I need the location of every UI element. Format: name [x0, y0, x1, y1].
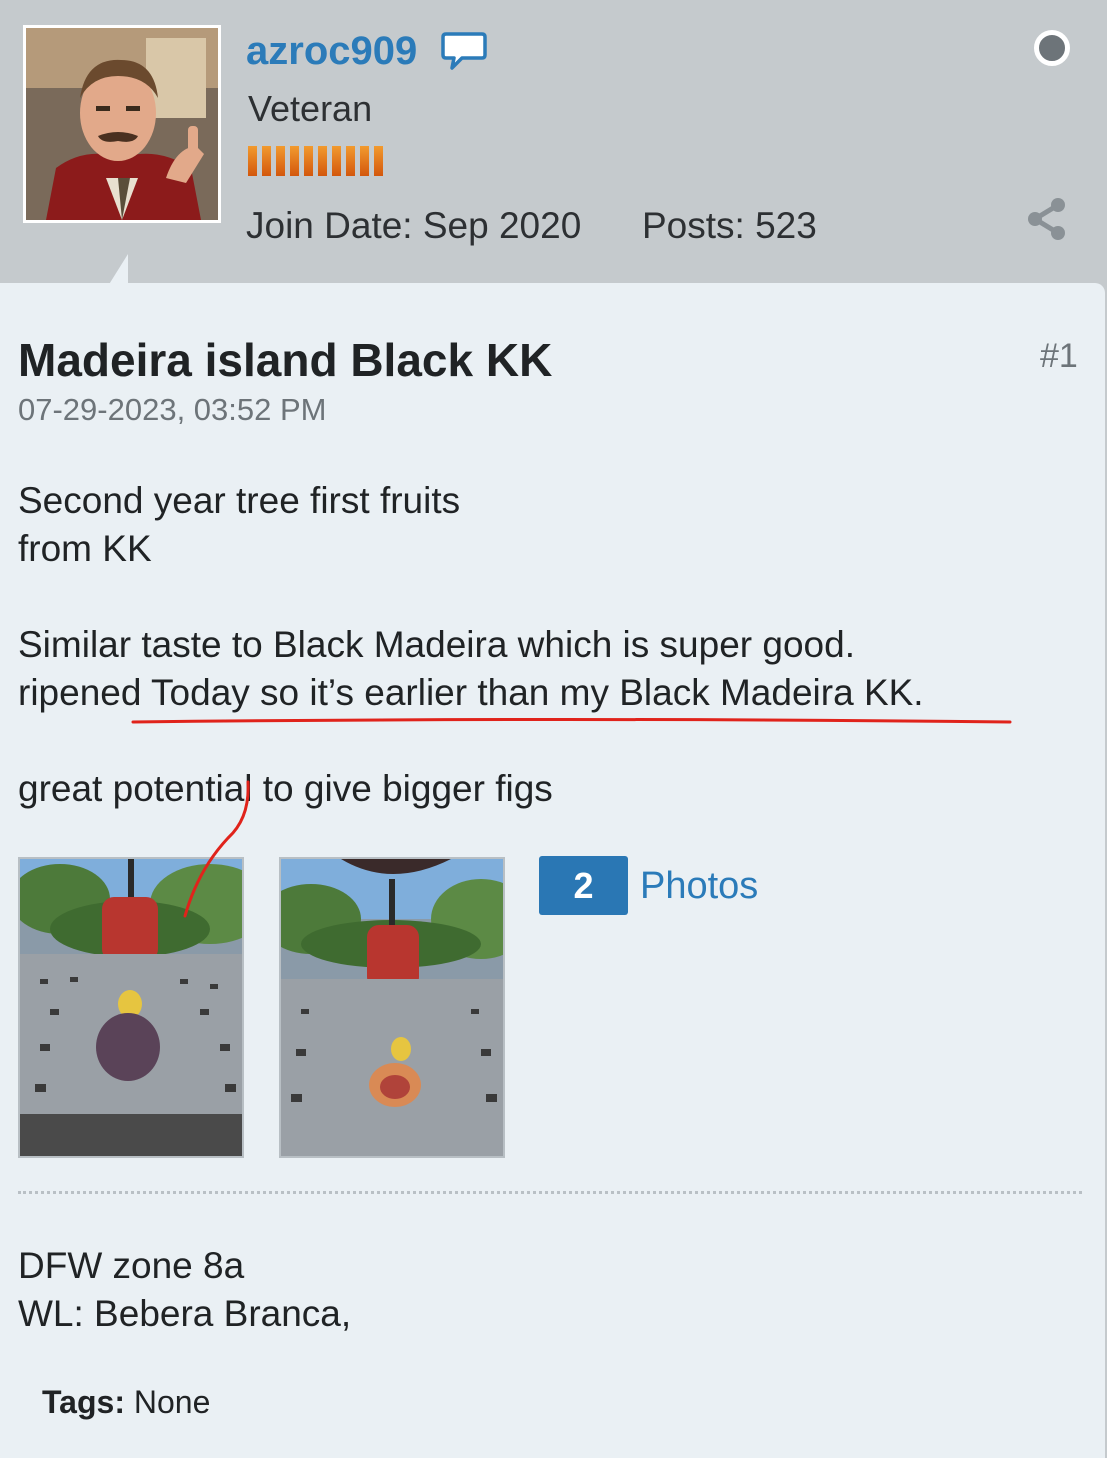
- post-body-line: Second year tree first fruits: [18, 480, 461, 521]
- reputation-pip: [248, 146, 257, 176]
- tags-row: Tags: None: [42, 1380, 210, 1424]
- signature-line: DFW zone 8a: [18, 1245, 245, 1286]
- post-count: Posts: 523: [642, 205, 817, 246]
- user-rank: Veteran: [248, 88, 373, 129]
- reputation-pip: [304, 146, 313, 176]
- reputation-pip: [332, 146, 341, 176]
- share-icon[interactable]: [1024, 196, 1070, 242]
- reputation-pip: [374, 146, 383, 176]
- reputation-pip: [318, 146, 327, 176]
- reputation-pip: [346, 146, 355, 176]
- reputation-bar: [248, 146, 383, 176]
- photo-thumbnail[interactable]: [18, 857, 244, 1158]
- photos-link[interactable]: Photos: [640, 862, 758, 910]
- status-dot-icon: [1034, 30, 1070, 66]
- tags-label: Tags:: [42, 1384, 125, 1420]
- username-link[interactable]: azroc909: [246, 26, 417, 76]
- reputation-pip: [360, 146, 369, 176]
- reputation-pip: [276, 146, 285, 176]
- reputation-pip: [262, 146, 271, 176]
- user-info-header: azroc909 Veteran Join Date: Sep 2020 Pos…: [0, 0, 1107, 286]
- post-number-link[interactable]: #1: [1040, 334, 1078, 378]
- post-title: Madeira island Black KK: [18, 334, 553, 386]
- tags-value: None: [133, 1384, 211, 1420]
- post-date: 07-29-2023, 03:52 PM: [18, 392, 327, 427]
- join-date: Join Date: Sep 2020: [246, 205, 582, 246]
- signature-divider: [18, 1191, 1082, 1194]
- chat-bubble-icon[interactable]: [440, 30, 488, 72]
- signature-line: WL: Bebera Branca,: [18, 1293, 352, 1334]
- post-body-line: Similar taste to Black Madeira which is …: [18, 624, 855, 665]
- post-body-line: from KK: [18, 528, 152, 569]
- post-body-line: ripened Today so it’s earlier than my Bl…: [18, 672, 924, 713]
- post-body-line: great potential to give bigger figs: [18, 768, 553, 809]
- card-pointer: [108, 254, 128, 286]
- photo-thumbnail[interactable]: [279, 857, 505, 1158]
- photo-count-badge[interactable]: 2: [539, 856, 628, 915]
- avatar[interactable]: [23, 25, 221, 223]
- reputation-pip: [290, 146, 299, 176]
